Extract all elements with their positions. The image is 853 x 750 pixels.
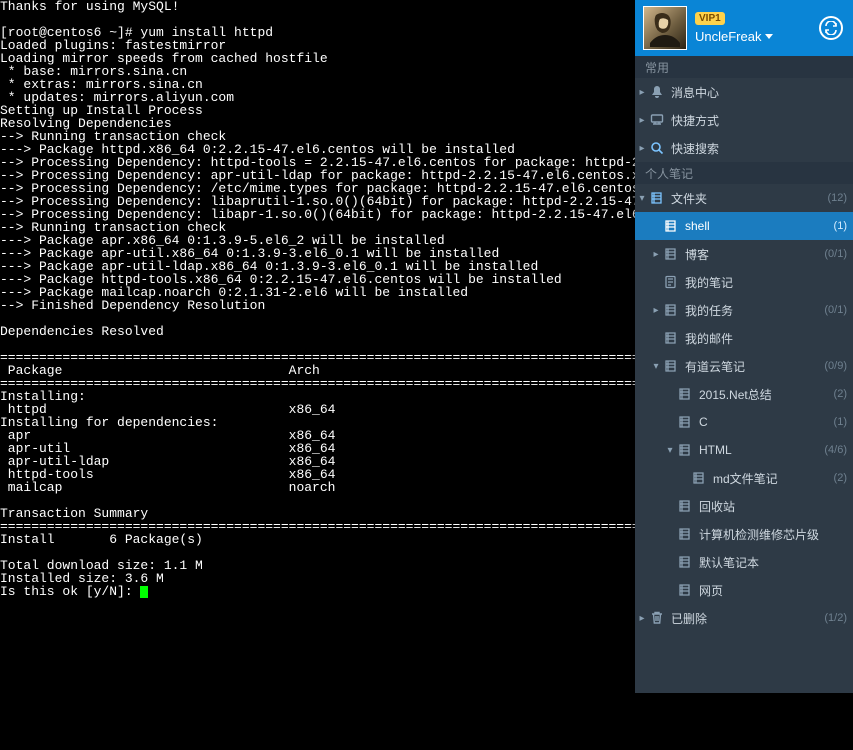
vip-badge: VIP1 bbox=[695, 12, 725, 25]
terminal-cursor bbox=[140, 586, 148, 598]
row-c[interactable]: C (1) bbox=[635, 408, 853, 436]
row-my-tasks[interactable]: ▸ 我的任务 (0/1) bbox=[635, 296, 853, 324]
row-shell[interactable]: shell (1) bbox=[635, 212, 853, 240]
row-label: md文件笔记 bbox=[713, 470, 834, 487]
count-badge: (2) bbox=[834, 472, 847, 484]
row-label: 快捷方式 bbox=[671, 112, 847, 129]
row-label: 我的任务 bbox=[685, 302, 824, 319]
notebook-icon bbox=[677, 526, 693, 542]
caret-down-icon bbox=[765, 34, 773, 39]
notebook-icon bbox=[677, 414, 693, 430]
row-label: 有道云笔记 bbox=[685, 358, 824, 375]
chevron-right-icon: ▸ bbox=[635, 115, 649, 126]
panel-scroll[interactable]: 常用 ▸ 消息中心 ▸ 快捷方式 ▸ 快速搜索 个人笔记 ▾ bbox=[635, 56, 853, 693]
row-label: 我的邮件 bbox=[685, 330, 847, 347]
row-blog[interactable]: ▸ 博客 (0/1) bbox=[635, 240, 853, 268]
chevron-down-icon: ▾ bbox=[663, 445, 677, 456]
count-badge: (1/2) bbox=[824, 612, 847, 624]
user-name-dropdown[interactable]: UncleFreak bbox=[695, 29, 773, 44]
bell-icon bbox=[649, 84, 665, 100]
chevron-right-icon: ▸ bbox=[635, 613, 649, 624]
folder-icon bbox=[649, 190, 665, 206]
row-html[interactable]: ▾ HTML (4/6) bbox=[635, 436, 853, 464]
count-badge: (2) bbox=[834, 388, 847, 400]
notebook-icon bbox=[663, 330, 679, 346]
notebook-icon bbox=[677, 582, 693, 598]
chevron-down-icon: ▾ bbox=[649, 361, 663, 372]
notebook-icon bbox=[677, 498, 693, 514]
row-quick-search[interactable]: ▸ 快速搜索 bbox=[635, 134, 853, 162]
row-webpages[interactable]: 网页 bbox=[635, 576, 853, 604]
row-label: C bbox=[699, 415, 834, 429]
row-label: 2015.Net总结 bbox=[699, 386, 834, 403]
note-icon bbox=[663, 274, 679, 290]
row-label: 已删除 bbox=[671, 610, 824, 627]
row-label: 博客 bbox=[685, 246, 824, 263]
row-label: 回收站 bbox=[699, 498, 847, 515]
notes-panel: VIP1 UncleFreak 常用 ▸ 消息中心 ▸ bbox=[635, 0, 853, 693]
notebook-icon bbox=[677, 442, 693, 458]
chevron-right-icon: ▸ bbox=[649, 249, 663, 260]
row-trash[interactable]: ▸ 已删除 (1/2) bbox=[635, 604, 853, 632]
section-personal-notes: 个人笔记 bbox=[635, 162, 853, 184]
row-md-notes[interactable]: md文件笔记 (2) bbox=[635, 464, 853, 492]
row-label: shell bbox=[685, 219, 834, 233]
notebook-icon bbox=[677, 554, 693, 570]
row-folders[interactable]: ▾ 文件夹 (12) bbox=[635, 184, 853, 212]
user-block: VIP1 UncleFreak bbox=[695, 12, 773, 44]
row-label: 快速搜索 bbox=[671, 140, 847, 157]
notebook-icon bbox=[663, 302, 679, 318]
row-my-mail[interactable]: 我的邮件 bbox=[635, 324, 853, 352]
row-my-notes[interactable]: 我的笔记 bbox=[635, 268, 853, 296]
notebook-icon bbox=[663, 218, 679, 234]
row-recycle[interactable]: 回收站 bbox=[635, 492, 853, 520]
row-label: 文件夹 bbox=[671, 190, 827, 207]
count-badge: (0/9) bbox=[824, 360, 847, 372]
count-badge: (0/1) bbox=[824, 248, 847, 260]
section-common: 常用 bbox=[635, 56, 853, 78]
row-shortcuts[interactable]: ▸ 快捷方式 bbox=[635, 106, 853, 134]
chevron-right-icon: ▸ bbox=[635, 87, 649, 98]
search-icon bbox=[649, 140, 665, 156]
row-label: 我的笔记 bbox=[685, 274, 847, 291]
count-badge: (4/6) bbox=[824, 444, 847, 456]
row-label: HTML bbox=[699, 443, 824, 457]
trash-icon bbox=[649, 610, 665, 626]
user-name-label: UncleFreak bbox=[695, 29, 761, 44]
row-label: 计算机检测维修芯片级 bbox=[699, 526, 847, 543]
count-badge: (0/1) bbox=[824, 304, 847, 316]
avatar[interactable] bbox=[643, 6, 687, 50]
row-computer-repair[interactable]: 计算机检测维修芯片级 bbox=[635, 520, 853, 548]
row-youdao[interactable]: ▾ 有道云笔记 (0/9) bbox=[635, 352, 853, 380]
notebook-icon bbox=[663, 358, 679, 374]
sync-button[interactable] bbox=[819, 16, 843, 40]
chevron-right-icon: ▸ bbox=[635, 143, 649, 154]
row-default-notebook[interactable]: 默认笔记本 bbox=[635, 548, 853, 576]
panel-header: VIP1 UncleFreak bbox=[635, 0, 853, 56]
row-2015net[interactable]: 2015.Net总结 (2) bbox=[635, 380, 853, 408]
count-badge: (1) bbox=[834, 416, 847, 428]
chevron-down-icon: ▾ bbox=[635, 193, 649, 204]
notebook-icon bbox=[677, 386, 693, 402]
row-label: 默认笔记本 bbox=[699, 554, 847, 571]
chevron-right-icon: ▸ bbox=[649, 305, 663, 316]
notebook-icon bbox=[691, 470, 707, 486]
row-label: 消息中心 bbox=[671, 84, 847, 101]
shortcut-icon bbox=[649, 112, 665, 128]
notebook-icon bbox=[663, 246, 679, 262]
count-badge: (12) bbox=[827, 192, 847, 204]
count-badge: (1) bbox=[834, 220, 847, 232]
row-label: 网页 bbox=[699, 582, 847, 599]
row-message-center[interactable]: ▸ 消息中心 bbox=[635, 78, 853, 106]
